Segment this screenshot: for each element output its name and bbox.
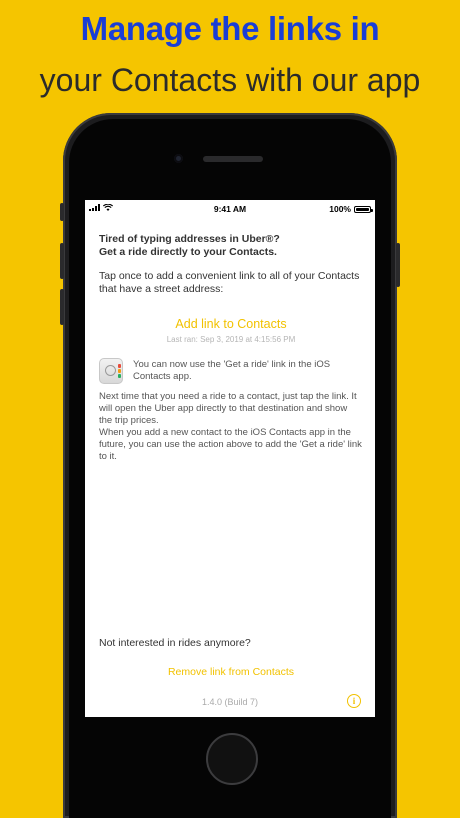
instructions-text: Next time that you need a ride to a cont… [99,391,363,463]
phone-frame: 9:41 AM 100% Tired of typing addresses i… [60,113,400,818]
instructions-paragraph-1: Next time that you need a ride to a cont… [99,391,357,426]
volume-up-button [60,243,64,279]
volume-down-button [60,289,64,325]
battery-percent: 100% [329,204,351,214]
main-content: Tired of typing addresses in Uber®? Get … [99,233,363,463]
mute-switch [60,203,64,221]
intro-title: Tired of typing addresses in Uber®? Get … [99,233,363,259]
intro-body: Tap once to add a convenient link to all… [99,270,360,295]
add-link-button[interactable]: Add link to Contacts [99,317,363,331]
remove-link-button[interactable]: Remove link from Contacts [99,666,363,678]
last-ran-timestamp: Last ran: Sep 3, 2019 at 4:15:56 PM [166,335,296,344]
promo-headline-line2: your Contacts with our app [39,62,421,98]
app-screen: 9:41 AM 100% Tired of typing addresses i… [85,200,375,717]
not-interested-label: Not interested in rides anymore? [99,637,251,649]
version-label: 1.4.0 (Build 7) [201,697,259,707]
status-right: 100% [329,204,373,214]
front-camera [174,154,183,163]
promo-headline-line1: Manage the links in [80,10,380,47]
person-icon [105,365,116,376]
success-note: You can now use the 'Get a ride' link in… [99,358,363,384]
instructions-paragraph-2: When you add a new contact to the iOS Co… [99,427,362,462]
info-icon[interactable]: i [347,694,361,708]
home-button[interactable] [206,733,258,785]
status-bar: 9:41 AM 100% [85,200,375,218]
intro-title-line1: Tired of typing addresses in Uber®? [99,233,280,245]
success-note-text: You can now use the 'Get a ride' link in… [133,359,331,382]
battery-icon [354,205,373,213]
contacts-app-icon [99,358,123,384]
power-button [396,243,400,287]
removal-section: Not interested in rides anymore? Remove … [99,637,363,678]
intro-title-line2: Get a ride directly to your Contacts. [99,246,277,258]
earpiece-speaker [203,156,263,162]
